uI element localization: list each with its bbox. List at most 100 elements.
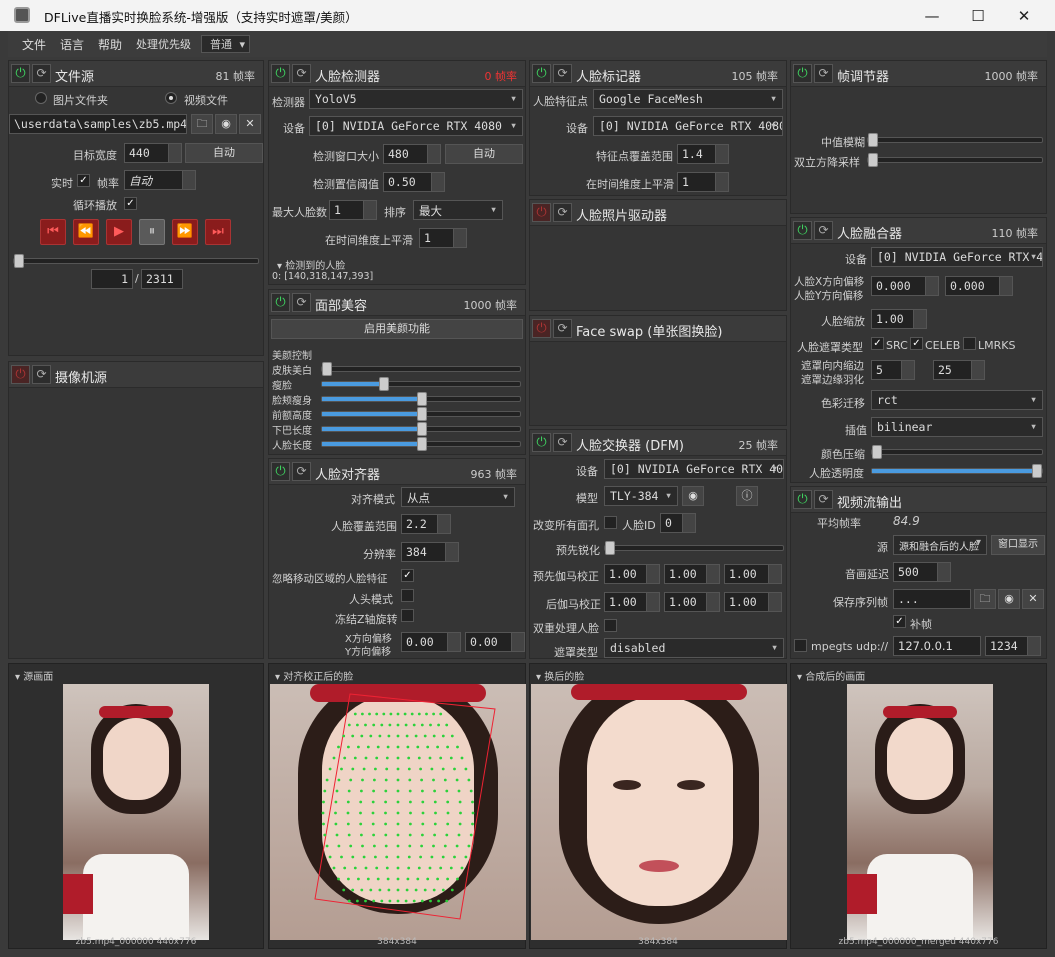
merged-view-title[interactable]: ▾ 合成后的画面	[797, 668, 865, 683]
maximize-button[interactable]: ☐	[955, 0, 1001, 31]
close-window-button[interactable]: ✕	[1001, 0, 1047, 31]
beauty-item-slider[interactable]	[321, 422, 521, 436]
power-icon[interactable]: ⏻	[793, 490, 812, 509]
blur-input[interactable]: 25	[933, 360, 985, 380]
mask-type-select[interactable]: disabled	[604, 638, 784, 658]
threshold-input[interactable]: 0.50	[383, 172, 445, 192]
post-gamma-b-input[interactable]: 1.00	[724, 592, 782, 612]
erode-input[interactable]: 5	[871, 360, 915, 380]
mpegts-checkbox[interactable]	[794, 639, 807, 652]
color-compress-slider[interactable]	[871, 445, 1043, 459]
realtime-checkbox[interactable]: ✓	[77, 174, 90, 187]
device-select[interactable]: [0] NVIDIA GeForce RTX 4080	[604, 459, 784, 479]
save-sequence-input[interactable]: ...	[893, 589, 971, 609]
swap-all-checkbox[interactable]	[604, 516, 617, 529]
beauty-slider-handle[interactable]	[417, 407, 427, 421]
enable-beauty-button[interactable]: 启用美颜功能	[271, 319, 523, 339]
face-scale-input[interactable]: 1.00	[871, 309, 927, 329]
folder-icon[interactable]: 🗀	[191, 114, 213, 134]
pause-button[interactable]: ⏸	[139, 219, 165, 245]
window-size-input[interactable]: 480	[383, 144, 441, 164]
reload-icon[interactable]: ⟳	[32, 64, 51, 83]
freeze-z-checkbox[interactable]	[401, 609, 414, 622]
celeb-checkbox[interactable]: ✓	[910, 337, 923, 350]
post-gamma-g-input[interactable]: 1.00	[664, 592, 720, 612]
beauty-item-slider[interactable]	[321, 362, 521, 376]
lmrks-checkbox[interactable]	[963, 337, 976, 350]
src-checkbox[interactable]: ✓	[871, 337, 884, 350]
beauty-slider-handle[interactable]	[322, 362, 332, 376]
source-view-title[interactable]: ▾ 源画面	[15, 668, 53, 683]
detected-faces-label[interactable]: ▾ 检测到的人脸	[277, 257, 345, 272]
folder-icon[interactable]: 🗀	[974, 589, 996, 609]
face-id-input[interactable]: 0	[660, 513, 696, 533]
reload-icon[interactable]: ⟳	[553, 319, 572, 338]
pre-gamma-r-input[interactable]: 1.00	[604, 564, 660, 584]
presharpen-slider[interactable]	[604, 541, 784, 555]
ignore-moving-checkbox[interactable]: ✓	[401, 569, 414, 582]
window-display-button[interactable]: 窗口显示	[991, 535, 1045, 555]
power-icon[interactable]: ⏻	[793, 221, 812, 240]
delay-input[interactable]: 500	[893, 562, 951, 582]
swapped-view-title[interactable]: ▾ 换后的脸	[536, 668, 584, 683]
beauty-slider-handle[interactable]	[417, 437, 427, 451]
bilateral-handle[interactable]	[868, 153, 878, 167]
seek-begin-button[interactable]: ⏮	[40, 219, 66, 245]
presharpen-handle[interactable]	[605, 541, 615, 555]
x-offset-input[interactable]: 0.00	[401, 632, 461, 652]
resolution-input[interactable]: 384	[401, 542, 459, 562]
x-offset-input[interactable]: 0.000	[871, 276, 939, 296]
coverage-input[interactable]: 2.2	[401, 514, 451, 534]
range-input[interactable]: 1.4	[677, 144, 729, 164]
reload-icon[interactable]: ⟳	[553, 433, 572, 452]
detector-select[interactable]: YoloV5	[309, 89, 523, 109]
y-offset-input[interactable]: 0.000	[945, 276, 1013, 296]
eye-icon[interactable]: ◉	[682, 486, 704, 506]
power-icon[interactable]: ⏻	[271, 64, 290, 83]
close-icon[interactable]: ✕	[1022, 589, 1044, 609]
power-icon[interactable]: ⏻	[532, 203, 551, 222]
pre-gamma-g-input[interactable]: 1.00	[664, 564, 720, 584]
port-input[interactable]: 1234	[985, 636, 1041, 656]
auto-window-button[interactable]: 自动	[445, 144, 523, 164]
target-width-input[interactable]: 440	[124, 143, 182, 163]
seek-back-button[interactable]: ⏪	[73, 219, 99, 245]
reload-icon[interactable]: ⟳	[814, 490, 833, 509]
smooth-input[interactable]: 1	[677, 172, 729, 192]
pre-gamma-b-input[interactable]: 1.00	[724, 564, 782, 584]
power-icon[interactable]: ⏻	[11, 64, 30, 83]
landmark-select[interactable]: Google FaceMesh	[593, 89, 783, 109]
frame-current-input[interactable]: 1	[91, 269, 133, 289]
beauty-slider-handle[interactable]	[417, 422, 427, 436]
fps-input[interactable]: 自动	[124, 170, 196, 190]
seek-end-button[interactable]: ⏭	[205, 219, 231, 245]
post-gamma-r-input[interactable]: 1.00	[604, 592, 660, 612]
device-select[interactable]: [0] NVIDIA GeForce RTX 4080	[871, 247, 1043, 267]
color-compress-handle[interactable]	[872, 445, 882, 459]
power-icon[interactable]: ⏻	[271, 462, 290, 481]
aligned-view-title[interactable]: ▾ 对齐校正后的脸	[275, 668, 353, 683]
eye-icon[interactable]: ◉	[215, 114, 237, 134]
interp-select[interactable]: bilinear	[871, 417, 1043, 437]
beauty-item-slider[interactable]	[321, 407, 521, 421]
two-pass-checkbox[interactable]	[604, 619, 617, 632]
max-faces-input[interactable]: 1	[329, 200, 377, 220]
loop-checkbox[interactable]: ✓	[124, 197, 137, 210]
color-transfer-select[interactable]: rct	[871, 390, 1043, 410]
bilateral-slider[interactable]	[867, 153, 1043, 167]
priority-select[interactable]: 普通 ▾	[201, 35, 251, 53]
close-icon[interactable]: ✕	[239, 114, 261, 134]
median-blur-handle[interactable]	[868, 133, 878, 147]
menu-language[interactable]: 语言	[56, 36, 88, 53]
file-path-input[interactable]: \userdata\samples\zb5.mp4	[9, 114, 187, 134]
smooth-input[interactable]: 1	[419, 228, 467, 248]
beauty-slider-handle[interactable]	[379, 377, 389, 391]
head-mode-checkbox[interactable]	[401, 589, 414, 602]
opacity-slider[interactable]	[871, 464, 1043, 478]
reload-icon[interactable]: ⟳	[292, 64, 311, 83]
beauty-item-slider[interactable]	[321, 377, 521, 391]
power-icon[interactable]: ⏻	[532, 433, 551, 452]
y-offset-input[interactable]: 0.00	[465, 632, 525, 652]
reload-icon[interactable]: ⟳	[814, 221, 833, 240]
info-icon[interactable]: ⓘ	[736, 486, 758, 506]
